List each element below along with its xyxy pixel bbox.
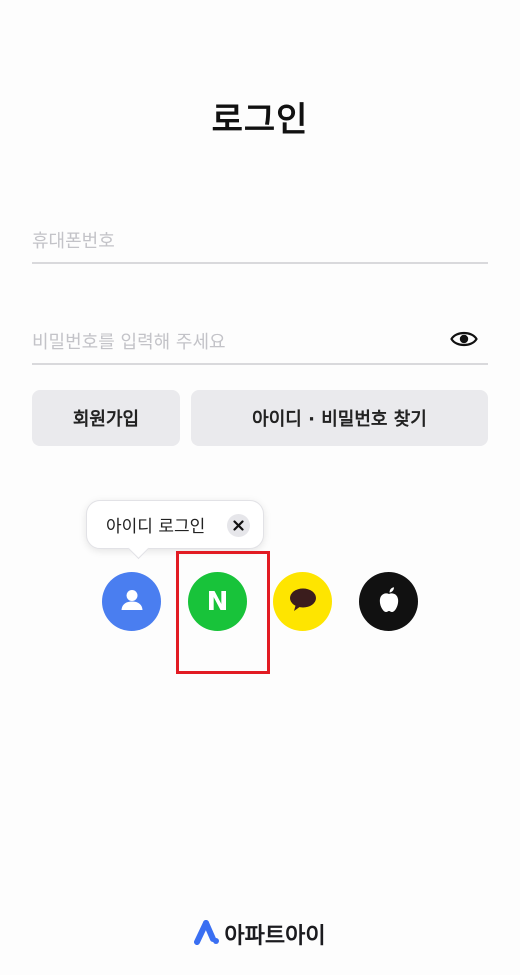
brand-footer: 아파트아이 bbox=[0, 918, 520, 950]
apple-login-button[interactable] bbox=[359, 572, 418, 631]
id-login-button[interactable] bbox=[102, 572, 161, 631]
highlight-box bbox=[176, 551, 270, 674]
page-title: 로그인 bbox=[211, 100, 309, 140]
tooltip-text: 아이디 로그인 bbox=[106, 517, 206, 537]
password-field[interactable] bbox=[32, 313, 488, 365]
apple-icon bbox=[376, 586, 402, 618]
brand-name: 아파트아이 bbox=[224, 924, 326, 949]
kakao-login-button[interactable] bbox=[273, 572, 332, 631]
signup-button[interactable]: 회원가입 bbox=[32, 390, 180, 446]
apartmentai-logo-icon bbox=[194, 919, 220, 949]
phone-input[interactable] bbox=[32, 231, 432, 252]
eye-icon[interactable] bbox=[450, 329, 478, 349]
phone-field[interactable] bbox=[32, 212, 488, 264]
person-icon bbox=[119, 587, 145, 617]
close-icon[interactable] bbox=[227, 514, 250, 537]
password-input[interactable] bbox=[32, 332, 432, 353]
find-id-password-button[interactable]: 아이디 · 비밀번호 찾기 bbox=[191, 390, 488, 446]
id-login-tooltip: 아이디 로그인 bbox=[86, 500, 264, 549]
speech-bubble-icon bbox=[288, 587, 318, 617]
